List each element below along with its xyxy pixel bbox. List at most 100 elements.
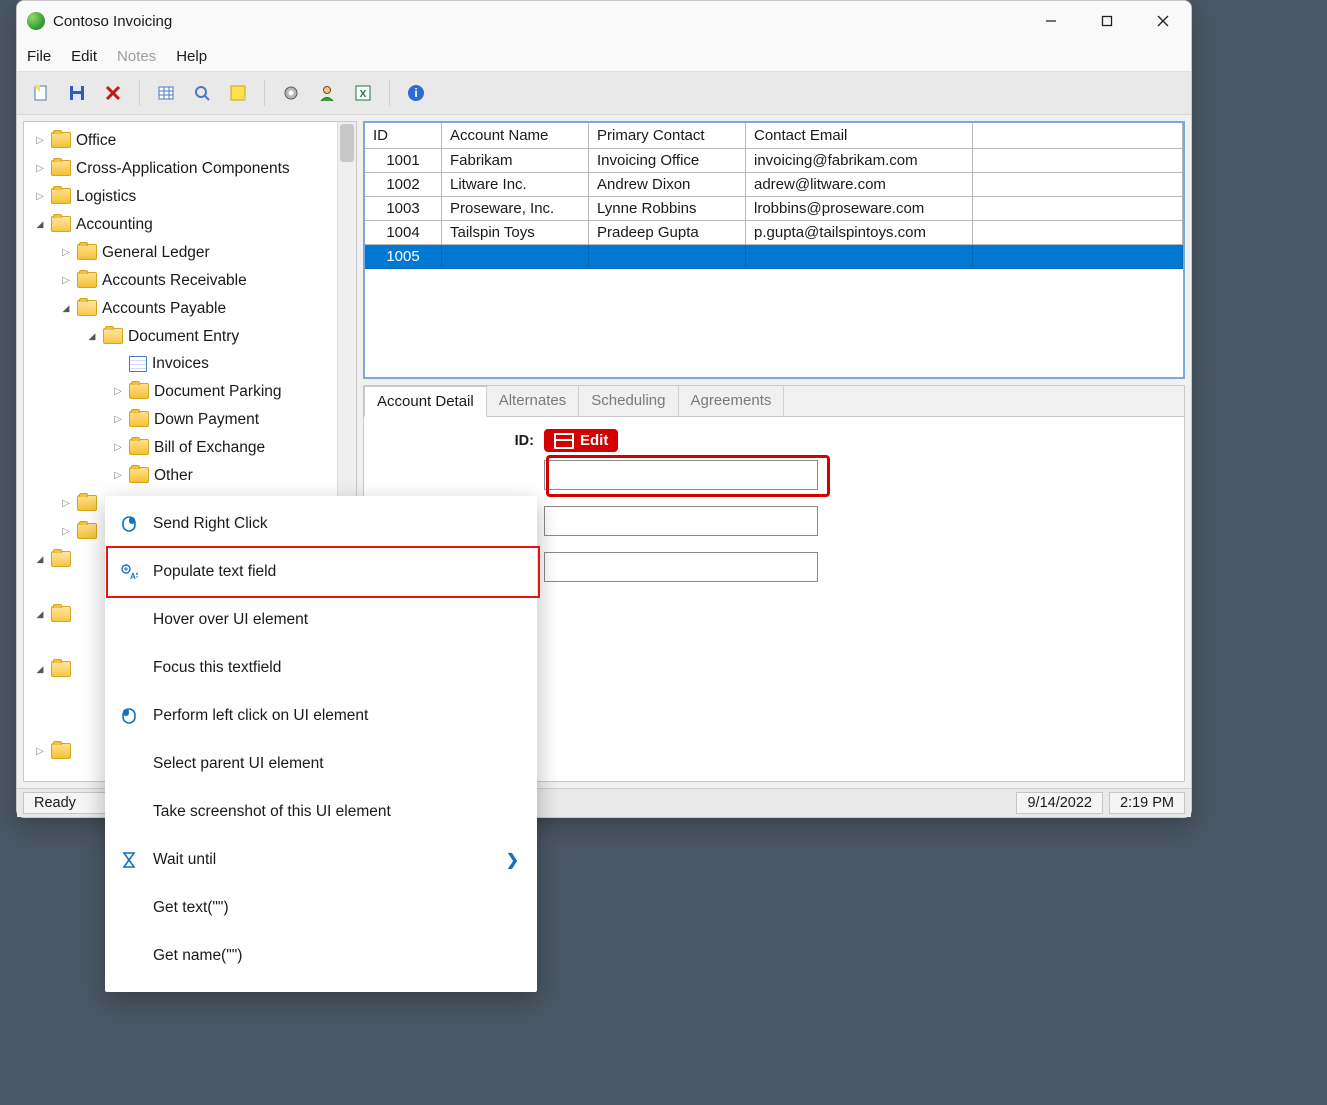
tab-scheduling[interactable]: Scheduling bbox=[579, 386, 678, 416]
tree-item-document-entry[interactable]: Document Entry bbox=[26, 322, 354, 350]
table-cell[interactable]: 1004 bbox=[365, 221, 442, 245]
name-input[interactable] bbox=[544, 506, 818, 536]
table-row[interactable]: 1003Proseware, Inc.Lynne Robbinslrobbins… bbox=[365, 197, 1183, 221]
tree-item-accounting[interactable]: Accounting bbox=[26, 210, 354, 238]
table-cell[interactable]: Andrew Dixon bbox=[589, 173, 746, 197]
menu-notes[interactable]: Notes bbox=[117, 48, 156, 65]
window-icon bbox=[554, 433, 574, 449]
menu-edit[interactable]: Edit bbox=[71, 48, 97, 65]
table-cell[interactable] bbox=[973, 221, 1183, 245]
table-cell[interactable]: 1003 bbox=[365, 197, 442, 221]
cm-populate-text-field[interactable]: A字 Populate text field bbox=[105, 548, 537, 596]
col-contact[interactable]: Primary Contact bbox=[589, 123, 746, 149]
table-cell[interactable] bbox=[973, 197, 1183, 221]
menu-bar: File Edit Notes Help bbox=[17, 41, 1191, 72]
table-cell[interactable]: invoicing@fabrikam.com bbox=[746, 149, 973, 173]
table-cell[interactable]: Litware Inc. bbox=[442, 173, 589, 197]
tree-item-down-payment[interactable]: Down Payment bbox=[26, 405, 354, 433]
table-cell[interactable] bbox=[973, 173, 1183, 197]
tab-agreements[interactable]: Agreements bbox=[679, 386, 785, 416]
new-doc-icon bbox=[31, 83, 51, 103]
table-cell[interactable]: adrew@litware.com bbox=[746, 173, 973, 197]
tree-item-other[interactable]: Other bbox=[26, 461, 354, 489]
cm-label: Send Right Click bbox=[153, 515, 519, 533]
scrollbar-thumb[interactable] bbox=[340, 124, 354, 162]
table-cell[interactable]: Pradeep Gupta bbox=[589, 221, 746, 245]
maximize-button[interactable] bbox=[1079, 1, 1135, 41]
tree-item-cross-app[interactable]: Cross-Application Components bbox=[26, 154, 354, 182]
cm-left-click[interactable]: Perform left click on UI element bbox=[105, 692, 537, 740]
cm-label: Perform left click on UI element bbox=[153, 707, 519, 725]
table-cell[interactable]: lrobbins@proseware.com bbox=[746, 197, 973, 221]
about-button[interactable]: i bbox=[400, 77, 432, 109]
table-row[interactable]: 1001FabrikamInvoicing Officeinvoicing@fa… bbox=[365, 149, 1183, 173]
table-row[interactable]: 1005 bbox=[365, 245, 1183, 269]
tree-item-document-parking[interactable]: Document Parking bbox=[26, 377, 354, 405]
table-row[interactable]: 1002Litware Inc.Andrew Dixonadrew@litwar… bbox=[365, 173, 1183, 197]
table-cell[interactable]: 1001 bbox=[365, 149, 442, 173]
cm-select-parent[interactable]: Select parent UI element bbox=[105, 740, 537, 788]
save-button[interactable] bbox=[61, 77, 93, 109]
col-blank[interactable] bbox=[973, 123, 1183, 149]
find-button[interactable] bbox=[186, 77, 218, 109]
table-cell[interactable] bbox=[973, 245, 1183, 269]
cm-wait-until[interactable]: Wait until ❯ bbox=[105, 836, 537, 884]
tree-item-logistics[interactable]: Logistics bbox=[26, 182, 354, 210]
table-cell[interactable]: 1002 bbox=[365, 173, 442, 197]
context-menu: Send Right Click A字 Populate text field … bbox=[105, 496, 537, 992]
cm-focus[interactable]: Focus this textfield bbox=[105, 644, 537, 692]
user-button[interactable] bbox=[311, 77, 343, 109]
cm-screenshot[interactable]: Take screenshot of this UI element bbox=[105, 788, 537, 836]
delete-button[interactable] bbox=[97, 77, 129, 109]
tree-label: Cross-Application Components bbox=[76, 155, 290, 182]
table-cell[interactable]: Fabrikam bbox=[442, 149, 589, 173]
cm-hover[interactable]: Hover over UI element bbox=[105, 596, 537, 644]
col-email[interactable]: Contact Email bbox=[746, 123, 973, 149]
minimize-button[interactable] bbox=[1023, 1, 1079, 41]
toolbar-separator bbox=[139, 80, 140, 106]
cm-get-text[interactable]: Get text("") bbox=[105, 884, 537, 932]
grid-icon bbox=[156, 83, 176, 103]
table-cell[interactable]: Lynne Robbins bbox=[589, 197, 746, 221]
table-cell[interactable] bbox=[973, 149, 1183, 173]
table-cell[interactable] bbox=[746, 245, 973, 269]
col-account[interactable]: Account Name bbox=[442, 123, 589, 149]
close-button[interactable] bbox=[1135, 1, 1191, 41]
tree-label: Bill of Exchange bbox=[154, 434, 265, 461]
col-id[interactable]: ID bbox=[365, 123, 442, 149]
tree-item-accounts-receivable[interactable]: Accounts Receivable bbox=[26, 266, 354, 294]
table-cell[interactable] bbox=[442, 245, 589, 269]
status-time: 2:19 PM bbox=[1109, 792, 1185, 814]
table-icon bbox=[129, 356, 147, 372]
hourglass-icon bbox=[119, 851, 139, 869]
edit-badge[interactable]: Edit bbox=[544, 429, 618, 452]
new-button[interactable] bbox=[25, 77, 57, 109]
contact-input[interactable] bbox=[544, 552, 818, 582]
tab-alternates[interactable]: Alternates bbox=[487, 386, 580, 416]
tree-item-office[interactable]: Office bbox=[26, 126, 354, 154]
tree-item-invoices[interactable]: Invoices bbox=[26, 350, 354, 377]
table-cell[interactable]: Proseware, Inc. bbox=[442, 197, 589, 221]
table-cell[interactable]: p.gupta@tailspintoys.com bbox=[746, 221, 973, 245]
note-icon bbox=[228, 83, 248, 103]
menu-file[interactable]: File bbox=[27, 48, 51, 65]
table-cell[interactable] bbox=[589, 245, 746, 269]
tree-item-accounts-payable[interactable]: Accounts Payable bbox=[26, 294, 354, 322]
tab-account-detail[interactable]: Account Detail bbox=[364, 386, 487, 417]
data-grid[interactable]: ID Account Name Primary Contact Contact … bbox=[363, 121, 1185, 379]
tree-item-bill-of-exchange[interactable]: Bill of Exchange bbox=[26, 433, 354, 461]
cm-send-right-click[interactable]: Send Right Click bbox=[105, 500, 537, 548]
table-cell[interactable]: 1005 bbox=[365, 245, 442, 269]
tree-item-general-ledger[interactable]: General Ledger bbox=[26, 238, 354, 266]
export-button[interactable]: X bbox=[347, 77, 379, 109]
cm-label: Wait until bbox=[153, 851, 492, 869]
svg-text:X: X bbox=[360, 89, 367, 100]
note-button[interactable] bbox=[222, 77, 254, 109]
table-cell[interactable]: Invoicing Office bbox=[589, 149, 746, 173]
table-row[interactable]: 1004Tailspin ToysPradeep Guptap.gupta@ta… bbox=[365, 221, 1183, 245]
settings-button[interactable] bbox=[275, 77, 307, 109]
table-cell[interactable]: Tailspin Toys bbox=[442, 221, 589, 245]
grid-button[interactable] bbox=[150, 77, 182, 109]
cm-get-name[interactable]: Get name("") bbox=[105, 932, 537, 980]
menu-help[interactable]: Help bbox=[176, 48, 207, 65]
